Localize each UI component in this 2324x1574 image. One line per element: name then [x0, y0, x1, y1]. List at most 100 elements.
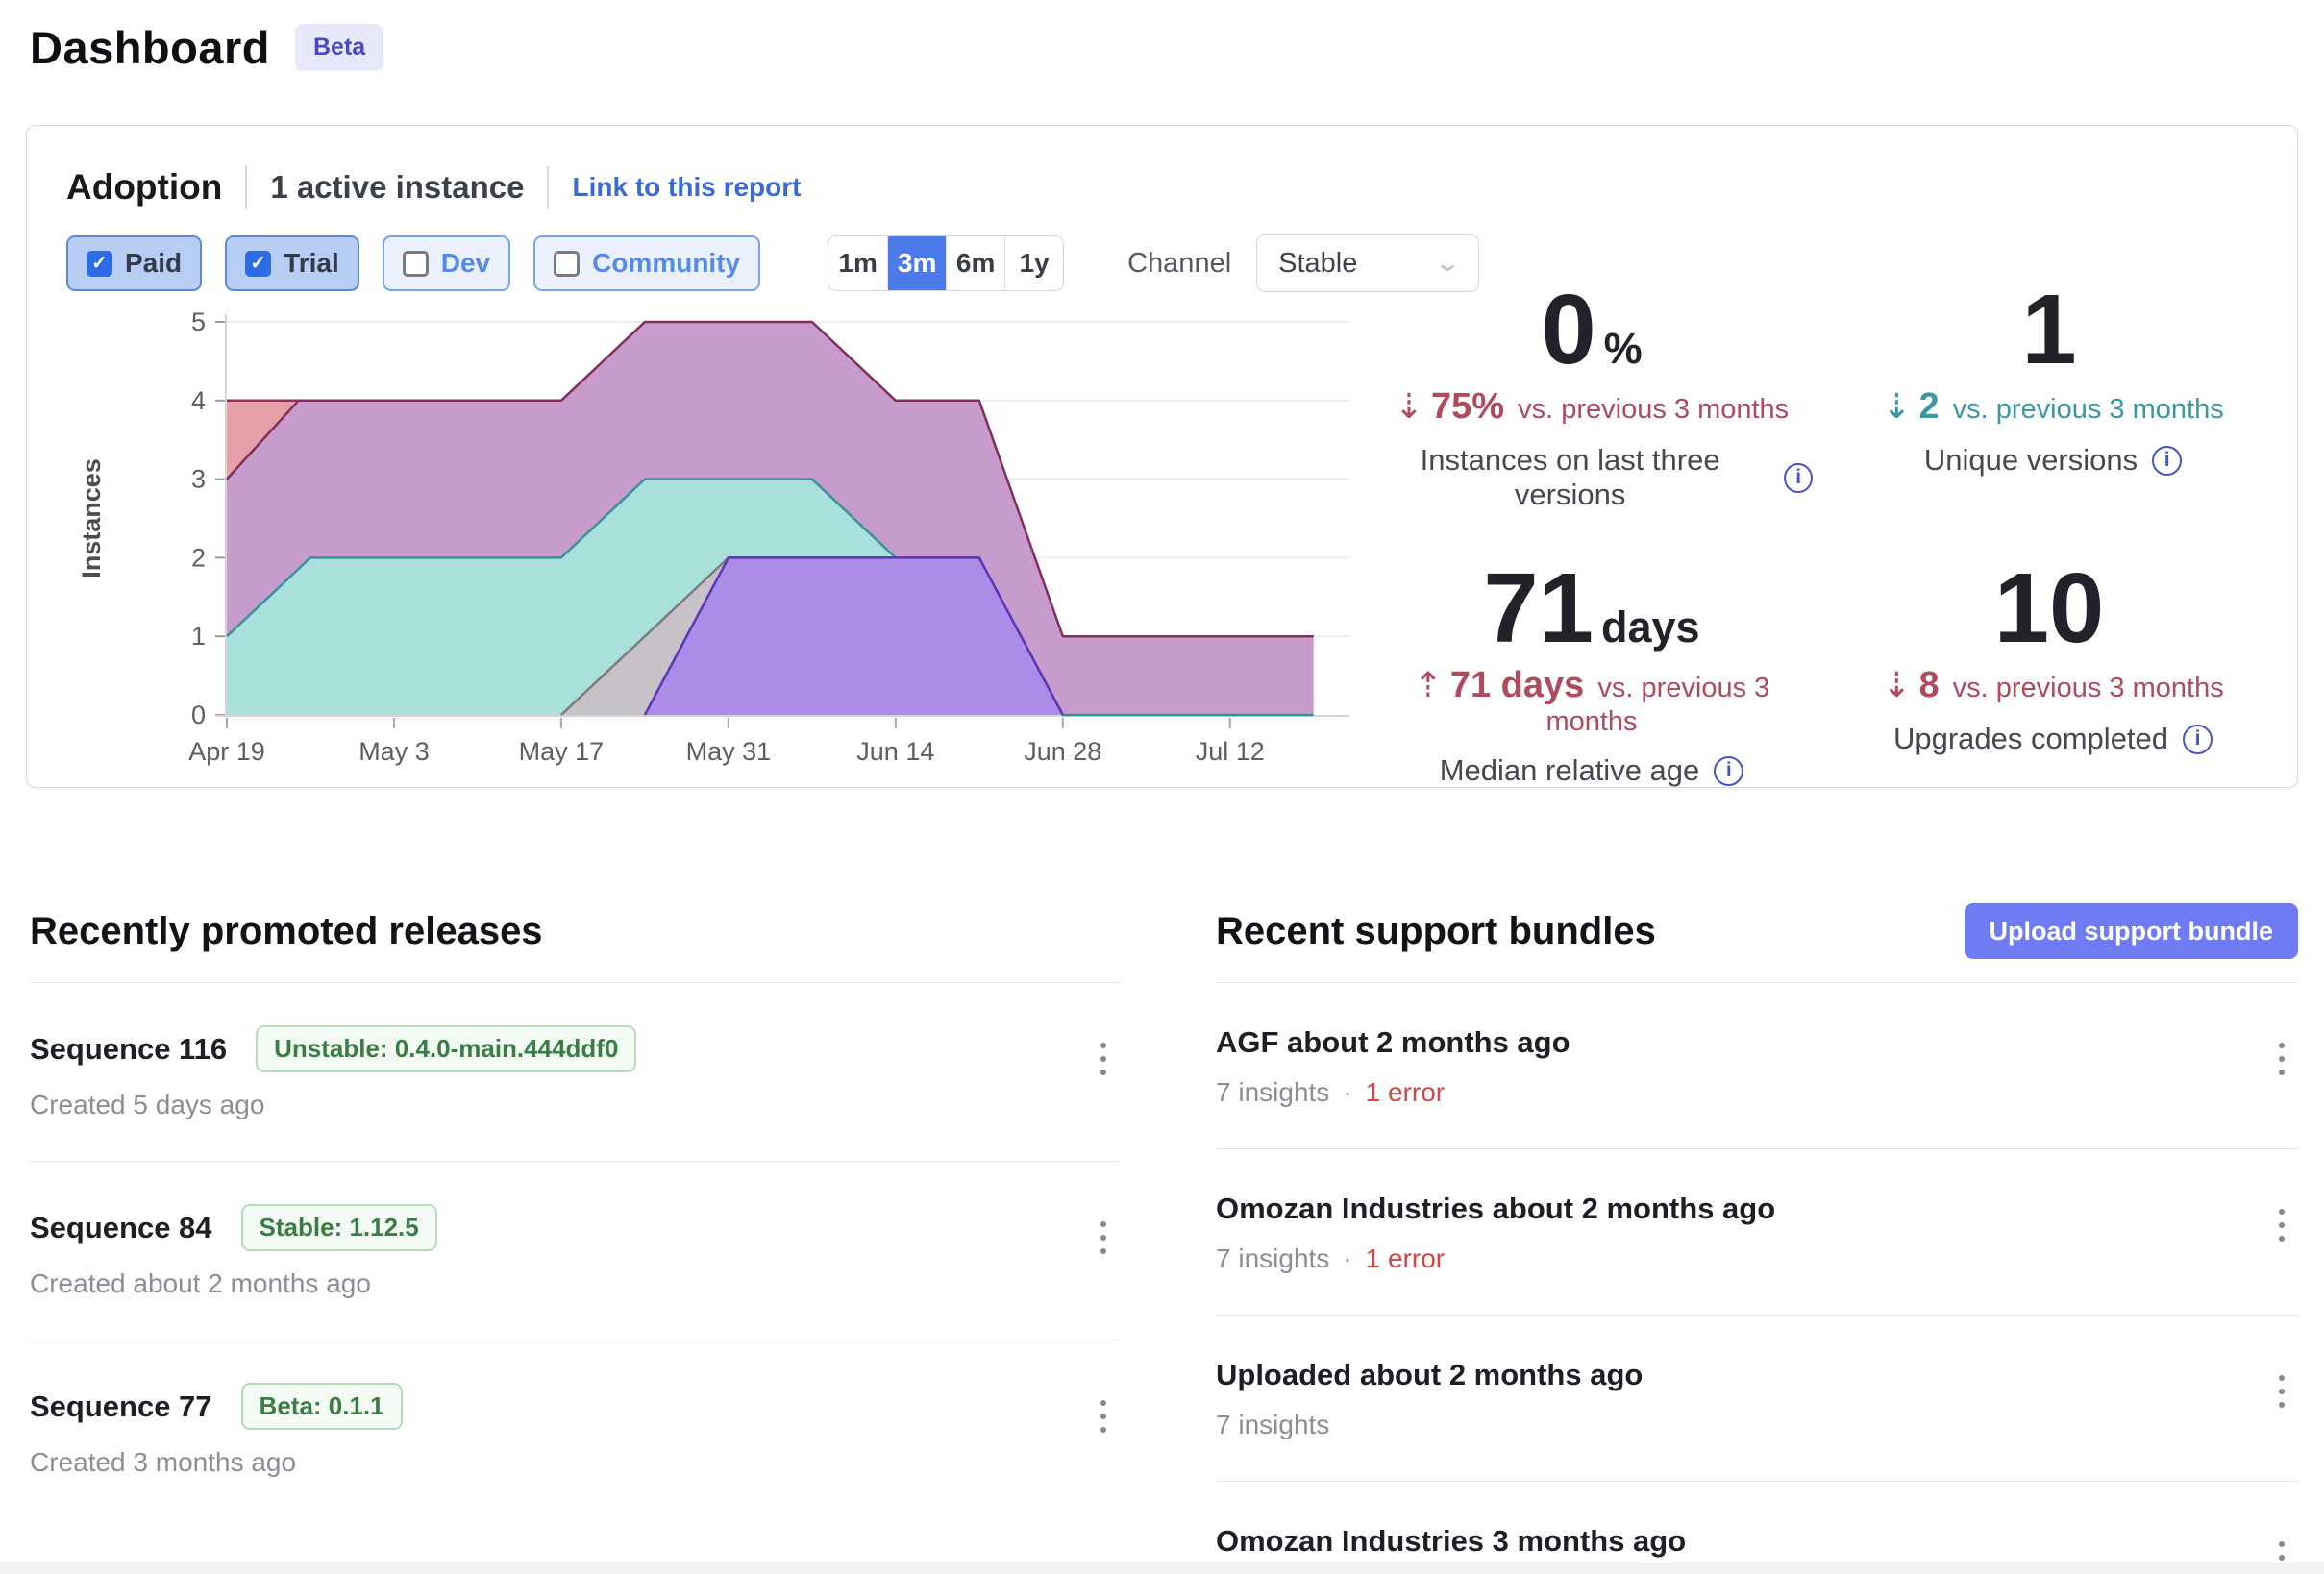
release-created: Created about 2 months ago — [30, 1268, 1120, 1299]
svg-text:1: 1 — [191, 622, 206, 651]
filter-checkbox-dev[interactable]: ✓ Dev — [383, 235, 510, 291]
channel-selected-value: Stable — [1278, 248, 1357, 280]
release-row[interactable]: Sequence 77 Beta: 0.1.1 Created 3 months… — [30, 1340, 1120, 1518]
kebab-menu-icon[interactable] — [1095, 1037, 1112, 1081]
range-button-6m[interactable]: 6m — [946, 236, 1004, 290]
bundle-row[interactable]: Omozan Industries about 2 months ago 7 i… — [1216, 1149, 2298, 1316]
stat-cell: 0% ⇣75% vs. previous 3 months Instances … — [1371, 278, 1813, 512]
svg-text:May 3: May 3 — [358, 737, 430, 766]
bundle-title-line: Uploaded about 2 months ago — [1216, 1358, 2298, 1392]
svg-text:4: 4 — [191, 386, 206, 415]
release-row[interactable]: Sequence 84 Stable: 1.12.5 Created about… — [30, 1162, 1120, 1340]
time-range-group: 1m3m6m1y — [828, 235, 1064, 291]
stat-value: 71days — [1371, 556, 1813, 659]
chevron-down-icon: ⌄ — [1434, 250, 1461, 278]
link-to-report[interactable]: Link to this report — [572, 172, 801, 203]
bundle-row[interactable]: AGF about 2 months ago 7 insights · 1 er… — [1216, 983, 2298, 1149]
info-icon[interactable]: i — [2183, 725, 2213, 754]
release-list: Sequence 116 Unstable: 0.4.0-main.444ddf… — [30, 983, 1120, 1518]
info-icon[interactable]: i — [1784, 463, 1813, 493]
range-button-3m[interactable]: 3m — [887, 236, 946, 290]
stat-cell: 71days ⇡71 days vs. previous 3 months Me… — [1371, 556, 1813, 788]
release-version-badge: Unstable: 0.4.0-main.444ddf0 — [256, 1025, 636, 1072]
divider — [547, 166, 549, 209]
filter-label: Community — [592, 248, 740, 279]
svg-text:May 31: May 31 — [686, 737, 772, 766]
stat-label: Unique versionsi — [1832, 443, 2274, 478]
filter-checkbox-paid[interactable]: ✓ Paid — [66, 235, 202, 291]
releases-heading: Recently promoted releases — [30, 910, 543, 953]
kebab-menu-icon[interactable] — [2273, 1037, 2290, 1081]
checkbox-icon: ✓ — [245, 251, 271, 277]
adoption-area-chart[interactable]: 012345Apr 19May 3May 17May 31Jun 14Jun 2… — [54, 297, 1380, 768]
stat-value: 1 — [1832, 278, 2274, 381]
page-header: Dashboard Beta — [30, 21, 383, 74]
adoption-filter-row: ✓ Paid ✓ Trial ✓ Dev ✓ Community 1m3m6m1… — [66, 234, 1479, 293]
stat-label: Instances on last three versionsi — [1371, 443, 1813, 512]
range-button-1m[interactable]: 1m — [828, 236, 887, 290]
stat-value: 10 — [1832, 556, 2274, 659]
dot-separator: · — [1343, 1077, 1351, 1108]
release-row[interactable]: Sequence 116 Unstable: 0.4.0-main.444ddf… — [30, 983, 1120, 1162]
svg-text:Jul 12: Jul 12 — [1196, 737, 1265, 766]
bundle-title: AGF about 2 months ago — [1216, 1025, 1570, 1060]
bundle-meta: 7 insights · 1 error — [1216, 1243, 2298, 1274]
channel-label: Channel — [1127, 248, 1231, 280]
bundle-title: Omozan Industries about 2 months ago — [1216, 1192, 1775, 1226]
beta-badge: Beta — [295, 24, 383, 71]
filter-label: Paid — [125, 248, 182, 279]
release-title-line: Sequence 77 Beta: 0.1.1 — [30, 1383, 1120, 1430]
bundle-row[interactable]: Omozan Industries 3 months ago 7 insight… — [1216, 1482, 2298, 1574]
filter-label: Trial — [284, 248, 339, 279]
kebab-menu-icon[interactable] — [2273, 1203, 2290, 1247]
bundle-title-line: Omozan Industries 3 months ago — [1216, 1524, 2298, 1559]
stat-label: Median relative agei — [1371, 753, 1813, 788]
adoption-stats-grid: 0% ⇣75% vs. previous 3 months Instances … — [1371, 278, 2274, 788]
filter-label: Dev — [441, 248, 490, 279]
svg-text:2: 2 — [191, 543, 206, 572]
svg-text:0: 0 — [191, 701, 206, 729]
filter-checkbox-trial[interactable]: ✓ Trial — [225, 235, 359, 291]
release-title: Sequence 77 — [30, 1390, 212, 1424]
stat-delta: ⇣75% vs. previous 3 months — [1371, 386, 1813, 428]
bundle-insights: 7 insights — [1216, 1410, 1329, 1440]
svg-text:5: 5 — [191, 307, 206, 336]
release-created: Created 3 months ago — [30, 1447, 1120, 1478]
svg-text:3: 3 — [191, 465, 206, 494]
upload-support-bundle-button[interactable]: Upload support bundle — [1965, 903, 2298, 959]
release-version-badge: Beta: 0.1.1 — [241, 1383, 403, 1430]
filter-checkbox-community[interactable]: ✓ Community — [533, 235, 760, 291]
bundle-row[interactable]: Uploaded about 2 months ago 7 insights — [1216, 1316, 2298, 1482]
adoption-title: Adoption — [66, 167, 222, 208]
bundle-title-line: Omozan Industries about 2 months ago — [1216, 1192, 2298, 1226]
stat-delta: ⇡71 days vs. previous 3 months — [1371, 665, 1813, 738]
checkbox-icon: ✓ — [403, 251, 429, 277]
kebab-menu-icon[interactable] — [1095, 1216, 1112, 1260]
checkbox-icon: ✓ — [554, 251, 580, 277]
trend-arrow-icon: ⇣ — [1882, 665, 1911, 704]
page-title: Dashboard — [30, 21, 270, 74]
kebab-menu-icon[interactable] — [1095, 1394, 1112, 1439]
info-icon[interactable]: i — [1714, 756, 1743, 786]
stat-delta: ⇣2 vs. previous 3 months — [1832, 386, 2274, 428]
active-instance-count: 1 active instance — [270, 169, 524, 206]
bundle-meta: 7 insights · 1 error — [1216, 1077, 2298, 1108]
stat-label: Upgrades completedi — [1832, 722, 2274, 756]
info-icon[interactable]: i — [2152, 446, 2182, 476]
svg-text:Jun 14: Jun 14 — [856, 737, 934, 766]
recent-releases-section: Recently promoted releases Sequence 116 … — [30, 901, 1120, 1574]
releases-header: Recently promoted releases — [30, 901, 1120, 961]
dot-separator: · — [1343, 1243, 1351, 1274]
release-created: Created 5 days ago — [30, 1090, 1120, 1120]
svg-text:Jun 28: Jun 28 — [1024, 737, 1101, 766]
bundle-errors: 1 error — [1366, 1077, 1445, 1108]
range-button-1y[interactable]: 1y — [1004, 236, 1063, 290]
trend-arrow-icon: ⇡ — [1414, 665, 1443, 704]
adoption-card: Adoption 1 active instance Link to this … — [26, 125, 2298, 788]
trend-arrow-icon: ⇣ — [1395, 386, 1423, 426]
bundle-insights: 7 insights — [1216, 1243, 1329, 1274]
bundles-header: Recent support bundles Upload support bu… — [1216, 901, 2298, 961]
bundle-list: AGF about 2 months ago 7 insights · 1 er… — [1216, 983, 2298, 1574]
release-title-line: Sequence 116 Unstable: 0.4.0-main.444ddf… — [30, 1025, 1120, 1072]
kebab-menu-icon[interactable] — [2273, 1369, 2290, 1414]
